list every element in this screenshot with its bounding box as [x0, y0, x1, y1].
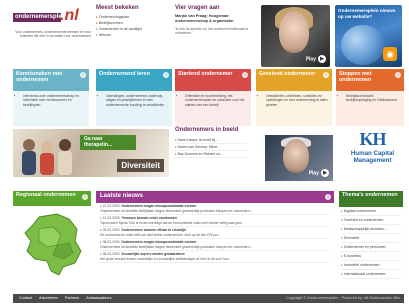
box-header: Stoppen met ondernemen?	[336, 69, 404, 91]
news-text: Het grote verschil tussen mannelijke en …	[100, 256, 232, 261]
play-label: Play	[305, 56, 316, 63]
play-icon: ▶	[318, 55, 326, 63]
themas-title: Thema's ondernemen	[339, 191, 403, 207]
ondernemers-in-beeld-title: Ondernemers in beeld	[175, 127, 239, 133]
box-title: Startend ondernemer	[178, 71, 233, 77]
ondernemer-video[interactable]: Play ▶	[265, 135, 333, 181]
box-title: Groeiend ondernemer	[259, 71, 316, 77]
rss-icon[interactable]: ◉	[383, 47, 397, 61]
box-item[interactable]: Interviews over ondernemerschap en infor…	[23, 94, 85, 107]
thema-item[interactable]: Maatschappelijk verantwo...	[341, 225, 401, 234]
globe-image	[341, 25, 385, 65]
video-list-item[interactable]: Hans Kamps: Ik wordt bij ...	[175, 137, 247, 144]
portrait-photo	[279, 11, 309, 53]
box-ondernemend-leren[interactable]: Ondernemend leren? Opleidingen, ondernem…	[96, 69, 172, 126]
news-text: Ondernemers uit dezelfde bedrijfstak mog…	[100, 244, 254, 249]
netherlands-map[interactable]	[17, 211, 87, 279]
thema-item[interactable]: Diversiteit	[341, 234, 401, 243]
themas-panel: Thema's ondernemen Digitaal ondernemen O…	[339, 191, 403, 287]
vier-vragen-answer: 'Ik heb de ambitie om het ondernemerskli…	[175, 26, 249, 35]
portrait-photo	[283, 139, 309, 173]
help-icon[interactable]: ?	[82, 194, 88, 200]
regionaal-panel[interactable]: Regionaal ondernemen?	[13, 191, 91, 281]
vier-vragen-title: Vier vragen aan	[175, 5, 220, 11]
diversiteit-label: Diversiteit	[117, 159, 164, 172]
play-icon: ▶	[321, 169, 329, 177]
footer-link-contact[interactable]: Contact	[19, 296, 32, 300]
box-title: Stoppen met ondernemen	[339, 71, 372, 84]
help-icon[interactable]: ?	[323, 72, 329, 78]
box-header: Startend ondernemer?	[175, 69, 251, 91]
news-item[interactable]: 06-03-2009, Ondernemers mogen inkoopcomb…	[100, 239, 330, 251]
laatste-nieuws-header: Laatste nieuws?	[96, 191, 334, 203]
diversiteit-banner[interactable]: Ga naar therapelin... Diversiteit	[13, 129, 169, 177]
news-item[interactable]: 06-03-2009, Vrouwelijke zzp'ers minder g…	[100, 251, 330, 263]
box-header: Groeiend ondernemer?	[256, 69, 332, 91]
footer-link-adverteren[interactable]: Adverteren	[39, 296, 58, 300]
logo-word: ondernemersplein	[13, 13, 68, 22]
copyright: Copyright © Ondernemersplein · Powered b…	[285, 296, 400, 300]
box-stoppen-met-ondernemen[interactable]: Stoppen met ondernemen? Bedrijfsoverdrac…	[336, 69, 404, 126]
box-title: Kennismaken met ondernemen	[16, 71, 63, 84]
help-icon[interactable]: ?	[163, 72, 169, 78]
laatste-nieuws-title: Laatste nieuws	[100, 193, 144, 199]
help-icon[interactable]: ?	[325, 194, 331, 200]
help-icon[interactable]: ?	[242, 72, 248, 78]
people-image	[22, 139, 72, 175]
thema-item[interactable]: Innovatief ondernemen	[341, 261, 401, 270]
thema-item[interactable]: Overheid en ondernemen	[341, 216, 401, 225]
news-item[interactable]: 09-03-2009, Ondernemers steunen eKlaar i…	[100, 227, 330, 239]
news-item[interactable]: 12-03-2009, Ondernemers mogen inkoopcomb…	[100, 203, 330, 215]
site-logo[interactable]: ondernemersplein .nl	[13, 5, 91, 28]
box-header: Ondernemend leren?	[96, 69, 172, 91]
logo-suffix: .nl	[60, 7, 79, 24]
help-icon[interactable]: ?	[80, 72, 86, 78]
play-button[interactable]: Play ▶	[306, 55, 326, 63]
regionaal-header: Regionaal ondernemen?	[13, 191, 91, 206]
help-icon[interactable]: ?	[395, 72, 401, 78]
meest-bekeken-title: Meest bekeken	[96, 5, 139, 11]
interview-video[interactable]: Play ▶	[261, 5, 330, 67]
news-text: Ondernemers uit dezelfde bedrijfstak mog…	[100, 208, 254, 213]
laatste-nieuws-panel: Laatste nieuws? 12-03-2009, Ondernemers …	[96, 191, 334, 282]
sponsor-logo[interactable]: KH Human Capital Management	[341, 127, 404, 185]
box-item[interactable]: Bedrijfsoverdracht, bedrijfsopvolging en…	[346, 94, 400, 103]
box-item[interactable]: Ontwikkelen, uitbreiden, subsidies en op…	[266, 94, 328, 107]
thema-item[interactable]: Digitaal ondernemen	[341, 207, 401, 216]
sponsor-name: Human Capital Management	[350, 150, 395, 165]
video-list-item[interactable]: Bas Zoomers en Richard va...	[175, 151, 247, 158]
play-label: Play	[308, 170, 319, 177]
box-item[interactable]: Oriëntatie en voorbereiding, het onderne…	[185, 94, 247, 107]
box-groeiend-ondernemer[interactable]: Groeiend ondernemer? Ontwikkelen, uitbre…	[256, 69, 332, 126]
news-item[interactable]: 12-03-2009, 'Vrouwen kunnen crisis voork…	[100, 215, 330, 227]
footer: Contact Adverteren Partners Ambassadeurs…	[13, 294, 404, 303]
footer-link-partners[interactable]: Partners	[65, 296, 79, 300]
box-header: Kennismaken met ondernemen?	[13, 69, 89, 91]
regionaal-title: Regionaal ondernemen	[16, 192, 76, 198]
thema-item[interactable]: Ondernemen en personeel	[341, 243, 401, 252]
meest-bekeken-item[interactable]: Nieuws	[96, 32, 168, 38]
tagline: Voor ondernemers, ondernemende mensen en…	[15, 30, 91, 39]
news-text: Topvrouwen Sylvia Tóth is ervan overtuig…	[100, 220, 244, 225]
box-item[interactable]: Opleidingen, ondernemend onderwijs, stag…	[106, 94, 168, 107]
box-kennismaken[interactable]: Kennismaken met ondernemen? Interviews o…	[13, 69, 89, 126]
thema-item[interactable]: E-business	[341, 252, 401, 261]
box-startend-ondernemer[interactable]: Startend ondernemer? Oriëntatie en voorb…	[175, 69, 251, 126]
therapie-link[interactable]: Ga naar therapelin...	[80, 135, 136, 151]
vier-vragen-question[interactable]: Marjan van Praag: Hoogleraar ondernemers…	[175, 14, 260, 24]
sponsor-mark: KH	[359, 129, 386, 149]
play-button[interactable]: Play ▶	[309, 169, 329, 177]
thema-item[interactable]: Internationaal ondernemen	[341, 270, 401, 279]
box-title: Ondernemend leren	[99, 71, 150, 77]
news-text: De economische crisis treft ook veel kle…	[100, 232, 222, 237]
nieuws-banner-title: Ondernemersplein nieuws op uw website?	[338, 8, 396, 19]
nieuws-op-website-banner[interactable]: Ondernemersplein nieuws op uw website? ◉	[335, 5, 402, 67]
footer-link-ambassadeurs[interactable]: Ambassadeurs	[86, 296, 111, 300]
meest-bekeken-panel: Meest bekeken Ondernemingsplan Bedrijfsv…	[96, 5, 168, 67]
video-list-item[interactable]: Karien van Gennep: Minst...	[175, 144, 247, 151]
vier-vragen-panel: Vier vragen aan Marjan van Praag: Hoogle…	[175, 5, 260, 67]
